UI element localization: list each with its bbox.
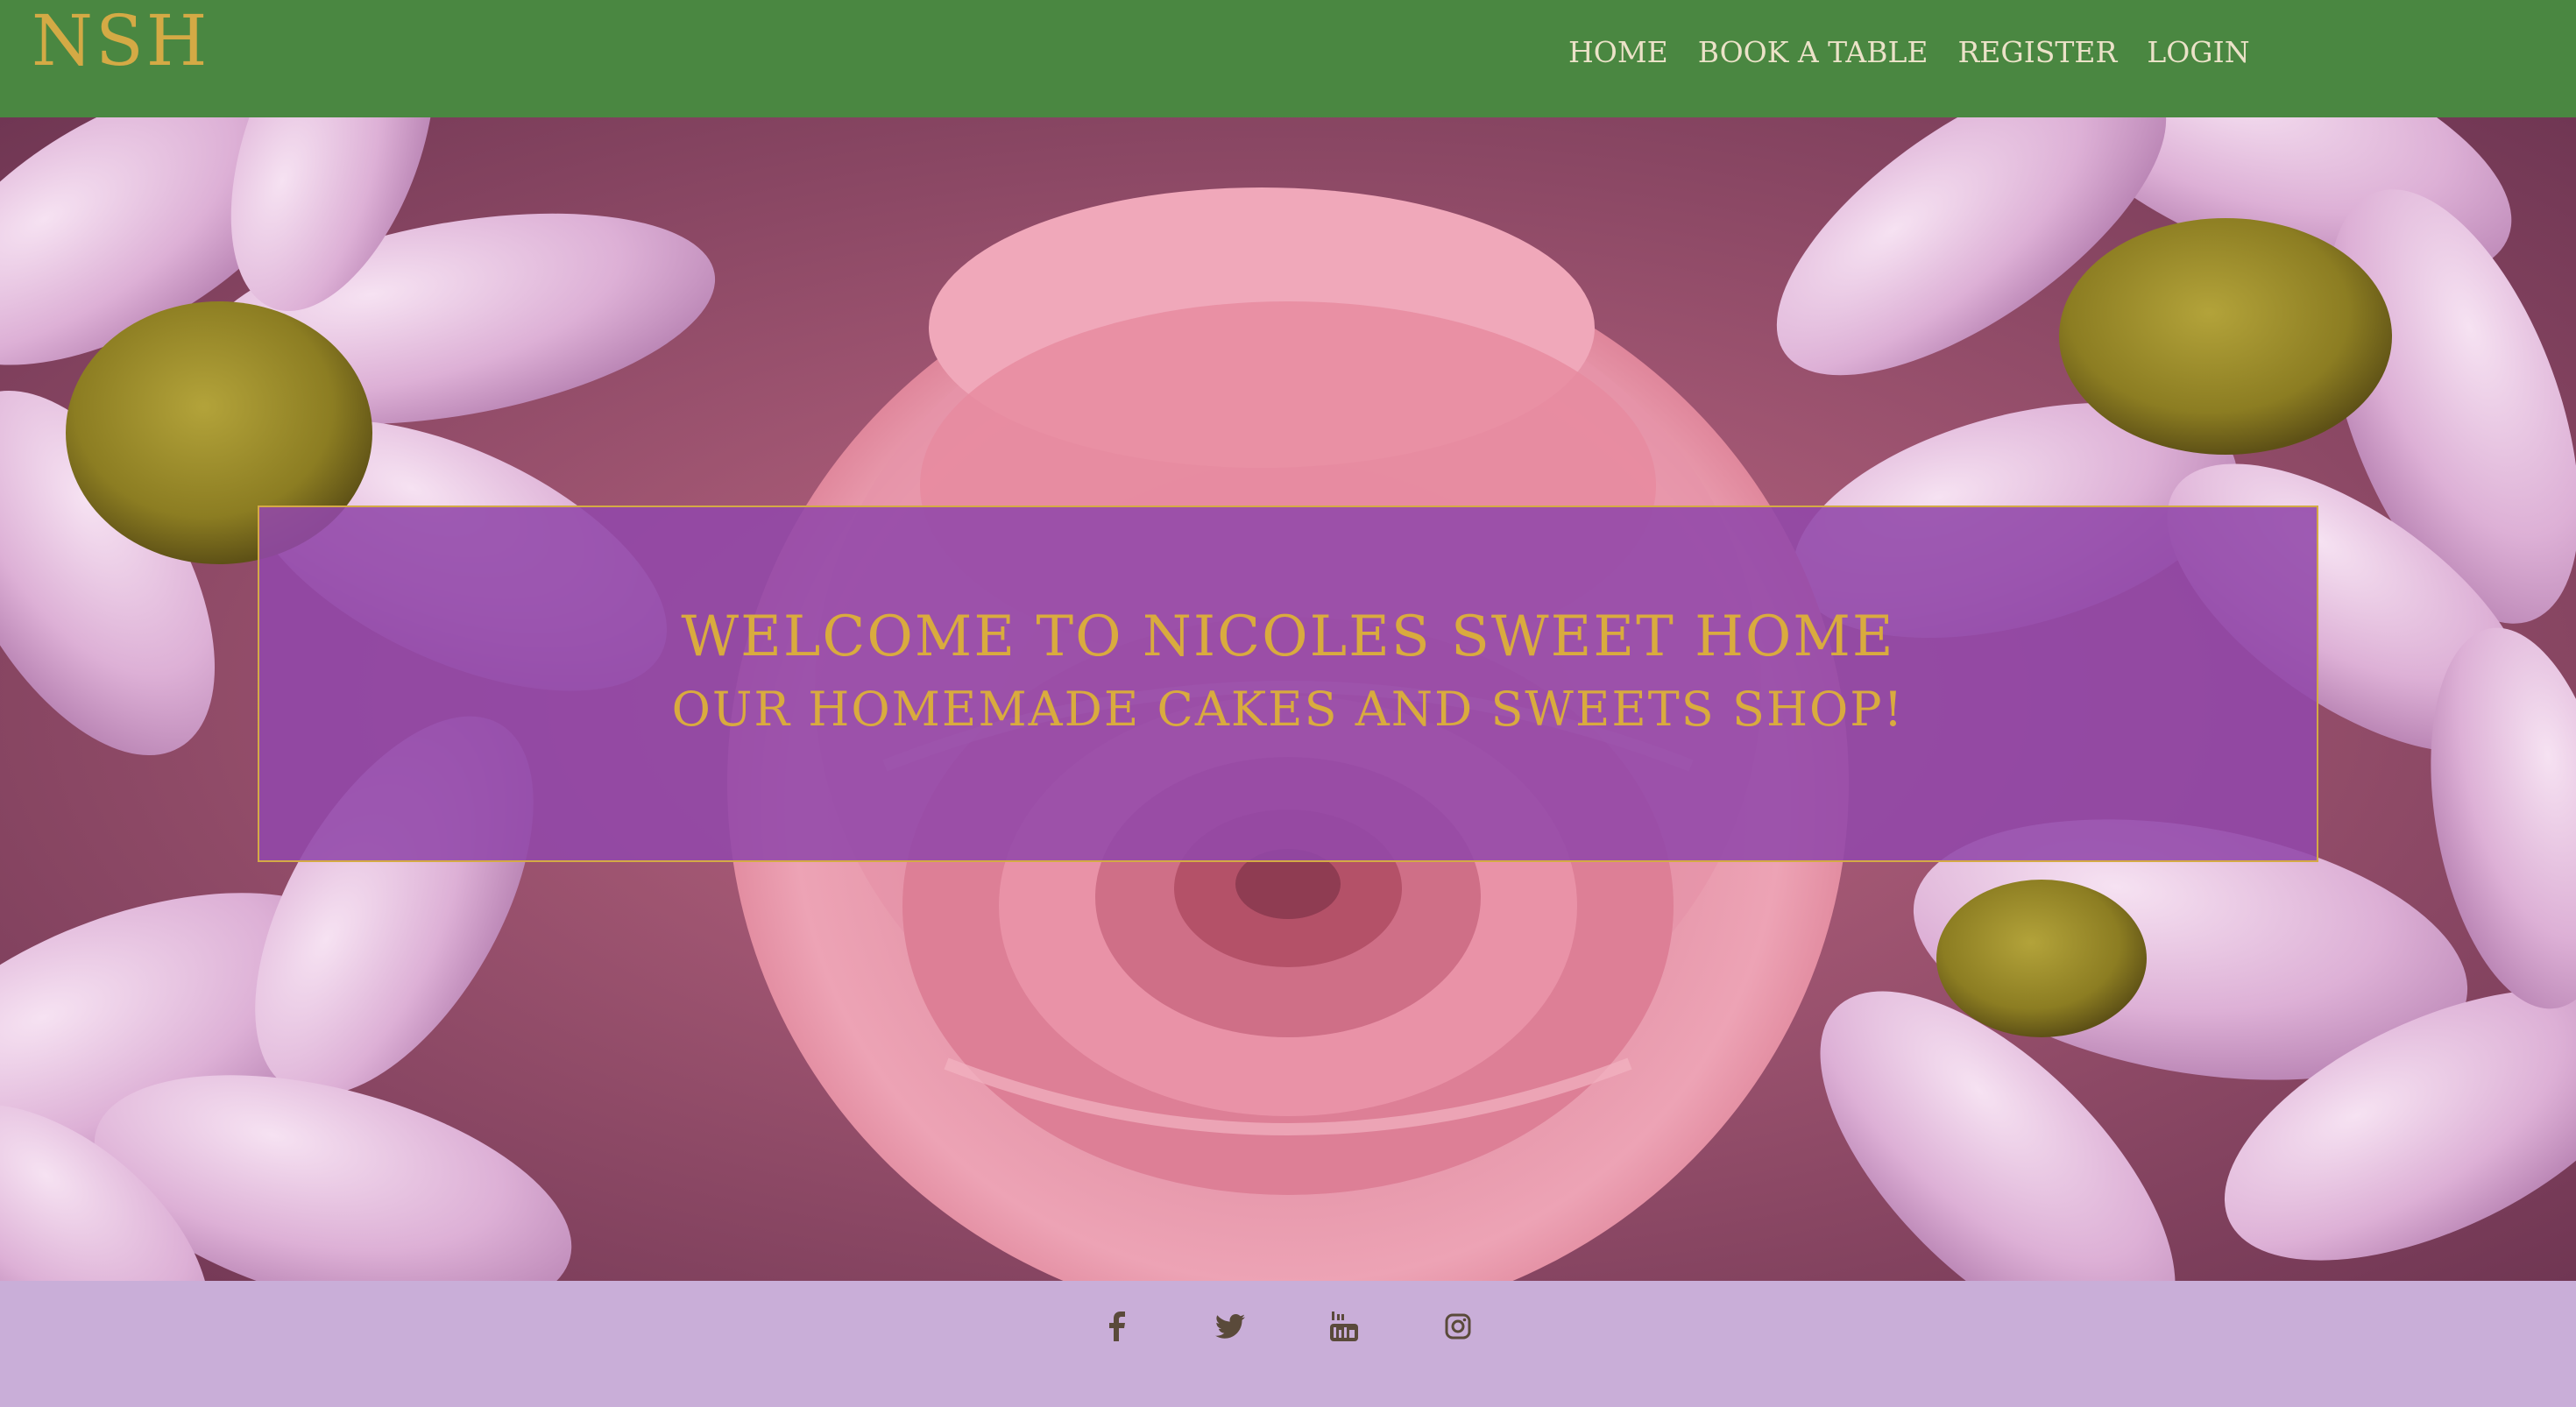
nav-login-link[interactable]: LOGIN [2147,33,2249,72]
nav-home-link[interactable]: HOME [1568,33,1668,72]
welcome-banner: WELCOME TO NICOLES SWEET HOME OUR HOMEMA… [258,506,2318,862]
instagram-link[interactable] [1437,1305,1479,1347]
nav-book-a-table-link[interactable]: BOOK A TABLE [1698,33,1928,72]
youtube-icon [1330,1312,1358,1341]
site-footer [0,1281,2576,1407]
nav-register-link[interactable]: REGISTER [1957,33,2117,72]
youtube-link[interactable] [1323,1305,1365,1347]
twitter-link[interactable] [1209,1305,1251,1347]
facebook-link[interactable] [1096,1305,1138,1347]
twitter-icon [1215,1314,1245,1339]
welcome-heading: WELCOME TO NICOLES SWEET HOME [681,605,1895,669]
welcome-subheading: OUR HOMEMADE CAKES AND SWEETS SHOP! [671,682,1905,737]
brand-logo[interactable]: NSH [32,2,210,81]
hero-section: WELCOME TO NICOLES SWEET HOME OUR HOMEMA… [0,117,2576,1281]
instagram-icon [1445,1313,1471,1340]
main-nav: HOME BOOK A TABLE REGISTER LOGIN [1568,33,2250,72]
top-navbar: NSH HOME BOOK A TABLE REGISTER LOGIN [0,0,2576,117]
facebook-icon [1109,1312,1125,1341]
